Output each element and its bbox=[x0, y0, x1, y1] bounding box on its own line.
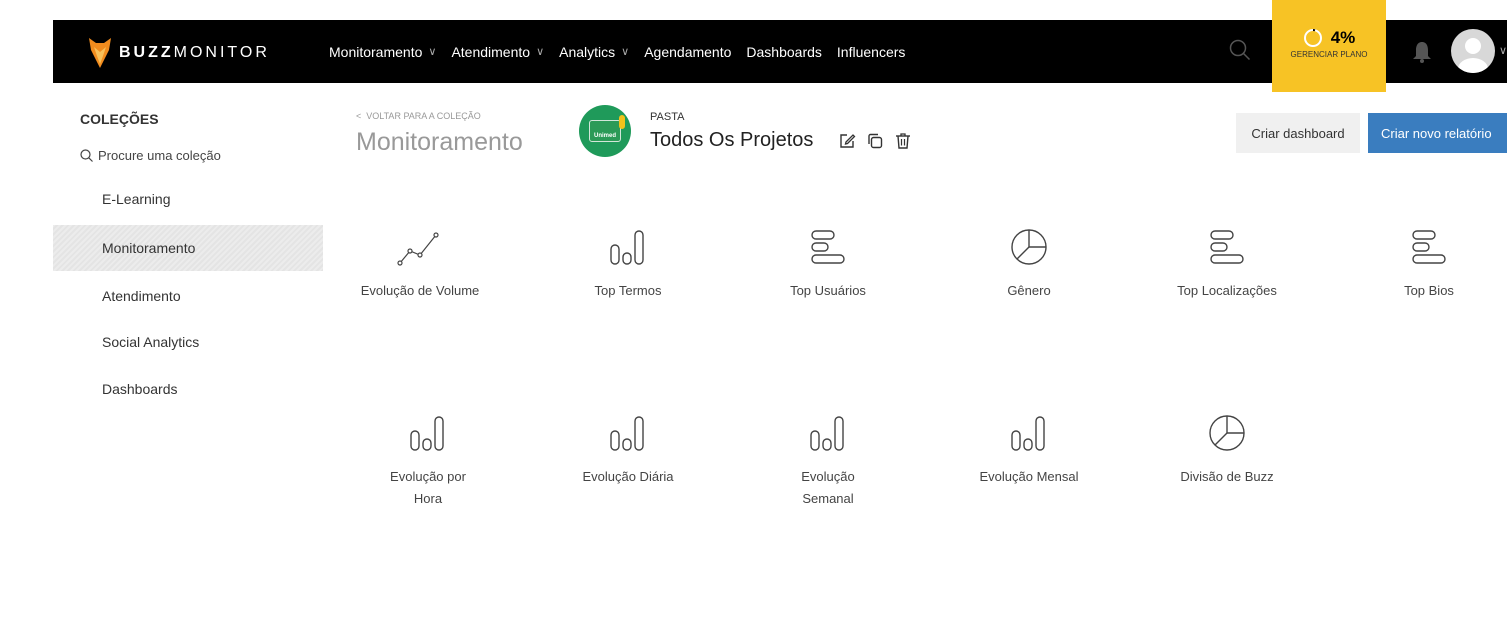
folder-title: Todos Os Projetos bbox=[650, 129, 814, 151]
user-icon bbox=[1458, 38, 1488, 73]
nav-monitoramento[interactable]: Monitoramento ∨ bbox=[329, 44, 436, 60]
report-label: Divisão de Buzz bbox=[1180, 469, 1274, 484]
buzzmonitor-logo[interactable]: BUZZMONITOR bbox=[89, 38, 270, 68]
sidebar-item-e-learning[interactable]: E-Learning bbox=[53, 176, 323, 222]
progress-ring-icon bbox=[1303, 29, 1322, 47]
collection-search-input[interactable]: Procure uma coleção bbox=[80, 148, 221, 163]
report-label: Top Bios bbox=[1404, 283, 1454, 298]
report-label: Evolução Mensal bbox=[979, 469, 1079, 484]
report-evolucao-volume[interactable]: Evolução de Volume bbox=[350, 222, 490, 302]
pie-chart-icon bbox=[1209, 415, 1245, 451]
collection-title: Monitoramento bbox=[356, 128, 523, 156]
sidebar-item-dashboards[interactable]: Dashboards bbox=[53, 366, 323, 412]
report-top-localizacoes[interactable]: Top Localizações bbox=[1157, 222, 1297, 302]
horizontal-bars-icon bbox=[1412, 230, 1446, 264]
search-icon bbox=[80, 149, 93, 162]
report-label: Gênero bbox=[1007, 283, 1051, 298]
bar-chart-icon bbox=[610, 416, 644, 451]
trash-icon[interactable] bbox=[894, 132, 912, 150]
edit-icon[interactable] bbox=[838, 132, 856, 150]
logo-text: BUZZMONITOR bbox=[119, 44, 270, 61]
plan-percent: 4% bbox=[1330, 28, 1356, 47]
report-top-usuarios[interactable]: Top Usuários bbox=[758, 222, 898, 302]
manage-plan-link[interactable]: GERENCIAR PLANO bbox=[1272, 50, 1386, 59]
sidebar-item-atendimento[interactable]: Atendimento bbox=[53, 273, 323, 319]
line-chart-icon bbox=[397, 232, 439, 266]
report-evolucao-mensal[interactable]: Evolução Mensal bbox=[959, 408, 1099, 488]
bell-icon[interactable] bbox=[1411, 40, 1433, 64]
chevron-down-icon: ∨ bbox=[428, 46, 437, 58]
report-label: Evolução por Hora bbox=[390, 469, 466, 506]
horizontal-bars-icon bbox=[1210, 230, 1244, 264]
back-to-collection-link[interactable]: < VOLTAR PARA A COLEÇÃO bbox=[356, 111, 481, 121]
duplicate-icon[interactable] bbox=[866, 132, 884, 150]
report-top-bios[interactable]: Top Bios bbox=[1359, 222, 1499, 302]
bar-chart-icon bbox=[610, 230, 644, 265]
bar-chart-icon bbox=[1011, 416, 1045, 451]
user-avatar[interactable] bbox=[1451, 29, 1495, 73]
sidebar-item-social-analytics[interactable]: Social Analytics bbox=[53, 319, 323, 365]
horizontal-bars-icon bbox=[811, 230, 845, 264]
report-label: Top Termos bbox=[594, 283, 662, 298]
unimed-logo: Unimed bbox=[589, 115, 625, 142]
nav-atendimento[interactable]: Atendimento ∨ bbox=[451, 44, 544, 60]
plan-usage-badge[interactable]: 4% GERENCIAR PLANO bbox=[1272, 0, 1386, 92]
main-nav: Monitoramento ∨ Atendimento ∨ Analytics ∨ A… bbox=[329, 20, 920, 83]
report-top-termos[interactable]: Top Termos bbox=[558, 222, 698, 302]
fox-logo-icon bbox=[89, 38, 111, 68]
top-navbar: BUZZMONITOR Monitoramento ∨ Atendimento ∨ … bbox=[53, 0, 1507, 92]
folder-actions bbox=[838, 132, 912, 150]
chevron-down-icon[interactable]: ∨ bbox=[1499, 44, 1507, 57]
report-evolucao-por-hora[interactable]: Evolução por Hora bbox=[358, 408, 498, 510]
pie-chart-icon bbox=[1011, 229, 1047, 265]
folder-type-label: PASTA bbox=[650, 111, 685, 123]
chevron-down-icon: ∨ bbox=[536, 46, 545, 58]
bar-chart-icon bbox=[810, 416, 844, 451]
report-divisao-de-buzz[interactable]: Divisão de Buzz bbox=[1157, 408, 1297, 488]
sidebar-title: COLEÇÕES bbox=[80, 111, 159, 127]
create-report-button[interactable]: Criar novo relatório bbox=[1368, 113, 1507, 153]
report-label: Evolução Semanal bbox=[801, 469, 855, 506]
ribbon-icon bbox=[619, 115, 625, 129]
nav-influencers[interactable]: Influencers bbox=[837, 44, 905, 60]
search-icon[interactable] bbox=[1229, 39, 1251, 61]
bar-chart-icon bbox=[410, 416, 444, 451]
chevron-down-icon: ∨ bbox=[621, 46, 630, 58]
report-label: Evolução Diária bbox=[582, 469, 674, 484]
report-evolucao-diaria[interactable]: Evolução Diária bbox=[558, 408, 698, 488]
create-dashboard-button[interactable]: Criar dashboard bbox=[1236, 113, 1360, 153]
report-label: Top Usuários bbox=[790, 283, 866, 298]
report-evolucao-semanal[interactable]: Evolução Semanal bbox=[758, 408, 898, 510]
nav-dashboards[interactable]: Dashboards bbox=[746, 44, 822, 60]
report-label: Top Localizações bbox=[1177, 283, 1277, 298]
sidebar-item-monitoramento[interactable]: Monitoramento bbox=[53, 225, 323, 271]
nav-agendamento[interactable]: Agendamento bbox=[644, 44, 731, 60]
nav-analytics[interactable]: Analytics ∨ bbox=[559, 44, 629, 60]
report-genero[interactable]: Gênero bbox=[959, 222, 1099, 302]
report-label: Evolução de Volume bbox=[360, 283, 480, 298]
folder-avatar: Unimed bbox=[579, 105, 631, 157]
